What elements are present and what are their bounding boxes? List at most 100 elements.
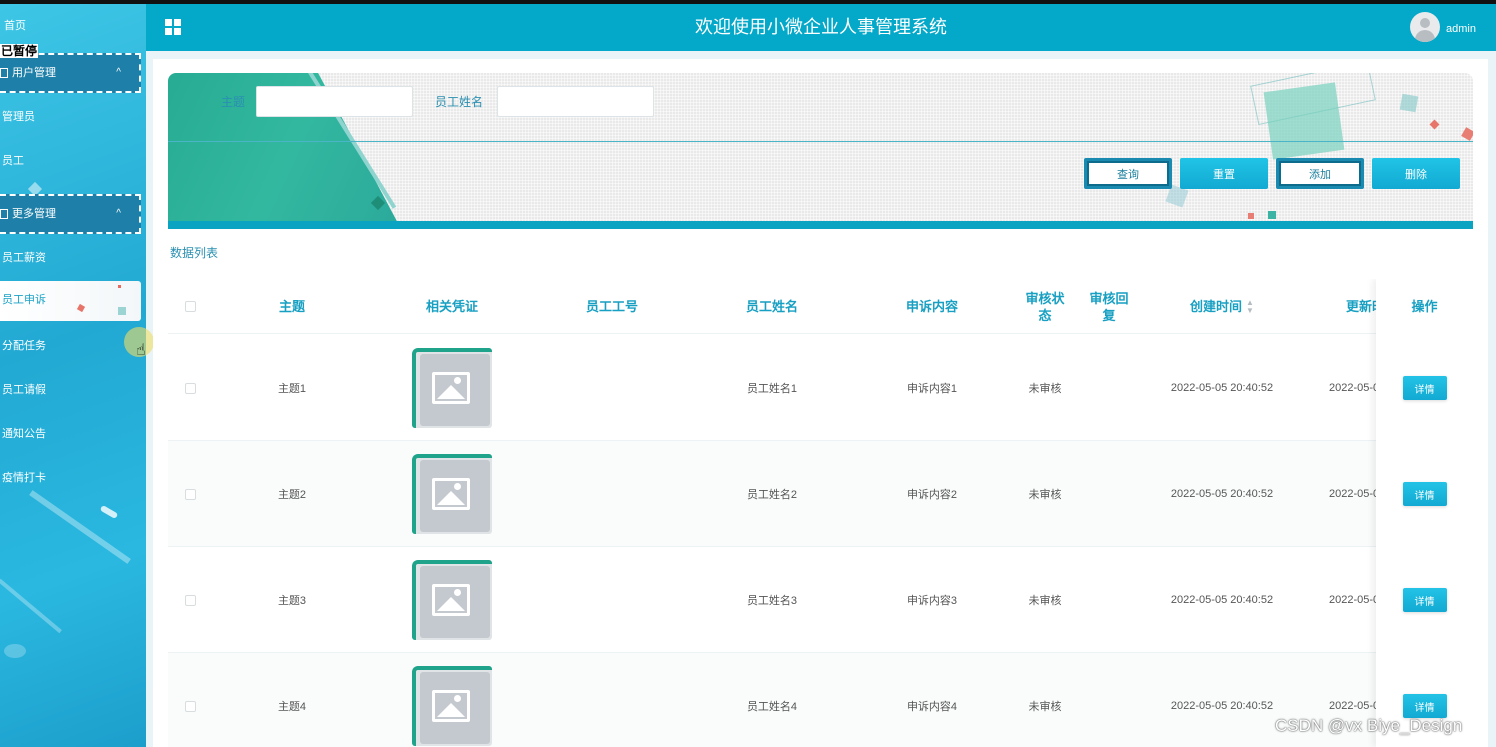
col-review-status: 审核状态 (1025, 290, 1065, 323)
decoration (1248, 213, 1254, 219)
cell-review-status: 未审核 (1028, 489, 1062, 501)
cell-subject: 主题3 (277, 595, 307, 607)
sidebar-item-admin[interactable]: 管理员 (0, 106, 146, 128)
cell-review-status: 未审核 (1028, 701, 1062, 713)
table-row: 主题3 员工姓名3 申诉内容3 未审核 2022-05-05 20:40:52 … (168, 547, 1473, 653)
image-placeholder-icon[interactable] (412, 560, 492, 640)
sidebar-item-notice[interactable]: 通知公告 (0, 423, 146, 445)
fixed-operations-column: 操作 详情 详情 详情 详情 (1376, 279, 1473, 747)
sidebar-item-label: 员工申诉 (2, 294, 46, 306)
reset-button[interactable]: 重置 (1180, 158, 1268, 189)
row-select-cell[interactable] (168, 441, 212, 547)
image-placeholder-icon[interactable] (412, 666, 492, 746)
select-all-checkbox[interactable] (184, 301, 196, 312)
sidebar-item-employee[interactable]: 员工 (0, 150, 146, 172)
col-appeal-content: 申诉内容 (905, 299, 958, 314)
sidebar-item-label: 首页 (4, 20, 26, 32)
user-icon (0, 68, 8, 79)
table-header: 主题 相关凭证 员工工号 员工姓名 申诉内容 审核状态 审核回复 创建时间 ▲ ▼ … (168, 279, 1473, 334)
sidebar-item-label: 员工请假 (2, 384, 46, 396)
row-select-cell[interactable] (168, 547, 212, 653)
user-name[interactable]: admin (1446, 4, 1476, 51)
sort-icon[interactable]: ▲ ▼ (1246, 298, 1254, 315)
cell-created-time: 2022-05-05 20:40:52 (1170, 488, 1274, 500)
col-employee-no: 员工工号 (585, 299, 638, 314)
cell-proof (372, 653, 532, 747)
sidebar-decoration (29, 490, 131, 564)
sidebar-item-label: 通知公告 (2, 428, 46, 440)
watermark: CSDN @vx Biye_Design (1275, 716, 1463, 735)
avatar-head (1420, 18, 1430, 28)
cell-proof (372, 441, 532, 547)
col-subject: 主题 (278, 299, 305, 314)
cell-operations: 详情 (1376, 441, 1473, 547)
cell-subject: 主题4 (277, 701, 307, 713)
col-proof: 相关凭证 (425, 299, 478, 314)
sidebar-group-more-management[interactable]: 更多管理 ^ (0, 194, 141, 234)
sidebar-group-label: 更多管理 (12, 208, 56, 220)
row-checkbox[interactable] (184, 488, 196, 500)
col-created-time[interactable]: 创建时间 ▲ ▼ (1142, 279, 1302, 334)
detail-button[interactable]: 详情 (1402, 482, 1447, 506)
decoration (1263, 82, 1345, 160)
sidebar-item-label: 员工 (2, 155, 24, 167)
cell-review-reply (1078, 547, 1140, 653)
row-select-cell[interactable] (168, 653, 212, 747)
sidebar-item-checkin[interactable]: 疫情打卡 (0, 467, 146, 489)
decoration (1429, 119, 1440, 130)
sidebar-item-salary[interactable]: 员工薪资 (0, 247, 146, 269)
cell-created-time: 2022-05-05 20:40:52 (1170, 594, 1274, 606)
sidebar-decoration (0, 578, 62, 634)
avatar-body (1415, 30, 1435, 42)
cell-review-reply (1078, 441, 1140, 547)
search-panel: 主题 员工姓名 查询 重置 添加 删除 (168, 73, 1473, 229)
image-placeholder-icon[interactable] (412, 454, 492, 534)
cell-operations: 详情 (1376, 335, 1473, 441)
top-header: 欢迎使用小微企业人事管理系统 admin (146, 4, 1496, 51)
cell-subject: 主题1 (277, 383, 307, 395)
cell-employee-no (532, 335, 692, 441)
sidebar-item-label: 员工薪资 (2, 252, 46, 264)
row-checkbox[interactable] (184, 382, 196, 394)
cell-appeal-content: 申诉内容4 (906, 701, 958, 713)
col-operations: 操作 (1411, 299, 1438, 314)
cell-employee-name: 员工姓名1 (746, 383, 798, 395)
table-row: 主题2 员工姓名2 申诉内容2 未审核 2022-05-05 20:40:52 … (168, 441, 1473, 547)
panel-bottom-bar (168, 221, 1473, 229)
cell-employee-no (532, 547, 692, 653)
menu-icon (0, 209, 8, 220)
employee-name-input[interactable] (497, 86, 654, 117)
sidebar-item-home[interactable]: 首页 (0, 15, 146, 37)
cell-subject: 主题2 (277, 489, 307, 501)
data-table: 主题 相关凭证 员工工号 员工姓名 申诉内容 审核状态 审核回复 创建时间 ▲ ▼ … (168, 279, 1473, 747)
detail-button[interactable]: 详情 (1402, 588, 1447, 612)
chevron-up-icon: ^ (116, 208, 121, 219)
col-employee-name: 员工姓名 (745, 299, 798, 314)
col-created-time-label: 创建时间 (1190, 299, 1243, 314)
sidebar-group-user-management[interactable]: 用户管理 ^ (0, 53, 141, 93)
cell-proof (372, 547, 532, 653)
select-all-cell[interactable] (168, 279, 212, 334)
add-button[interactable]: 添加 (1276, 158, 1364, 189)
cell-employee-no (532, 653, 692, 747)
decoration (76, 303, 86, 313)
detail-button[interactable]: 详情 (1402, 376, 1447, 400)
cell-employee-no (532, 441, 692, 547)
cell-operations: 详情 (1376, 547, 1473, 653)
decoration (118, 285, 121, 288)
row-select-cell[interactable] (168, 335, 212, 441)
detail-button[interactable]: 详情 (1402, 694, 1447, 718)
query-button[interactable]: 查询 (1084, 158, 1172, 189)
row-checkbox[interactable] (184, 700, 196, 712)
cell-review-reply (1078, 335, 1140, 441)
subject-input[interactable] (256, 86, 413, 117)
row-checkbox[interactable] (184, 594, 196, 606)
delete-button[interactable]: 删除 (1372, 158, 1460, 189)
hand-cursor-icon: ☝ (136, 342, 146, 359)
image-placeholder-icon[interactable] (412, 348, 492, 428)
sidebar-item-leave[interactable]: 员工请假 (0, 379, 146, 401)
decoration (118, 307, 126, 315)
cell-appeal-content: 申诉内容2 (906, 489, 958, 501)
avatar[interactable] (1410, 12, 1440, 42)
sidebar-item-appeal[interactable]: 员工申诉 (0, 281, 141, 321)
